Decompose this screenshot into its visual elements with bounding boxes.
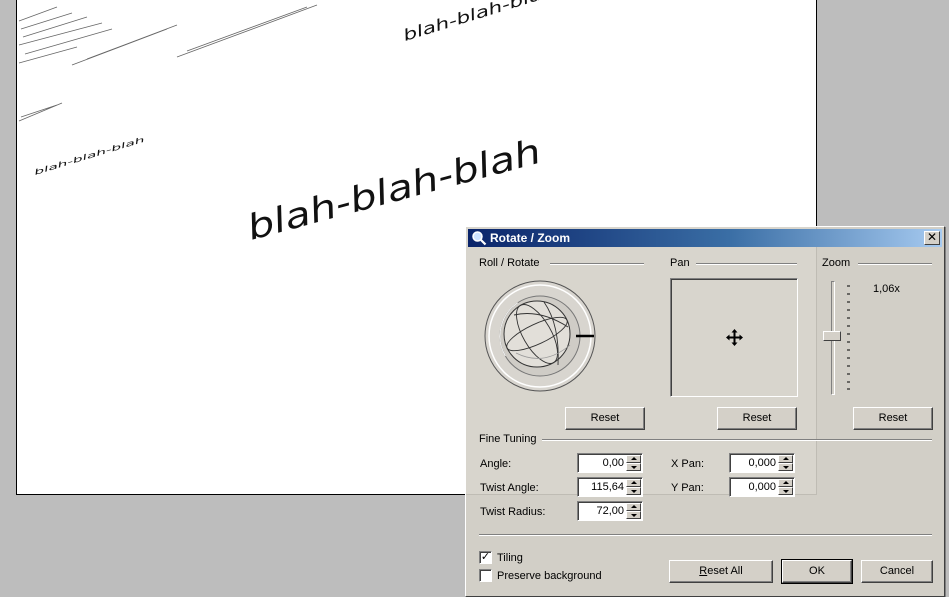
y-pan-spinner[interactable] xyxy=(778,479,793,495)
twist-angle-label: Twist Angle: xyxy=(480,482,539,494)
group-divider xyxy=(696,263,797,265)
x-pan-value: 0,000 xyxy=(748,457,776,469)
zoom-reset-button[interactable]: Reset xyxy=(853,407,933,430)
zoom-slider-thumb[interactable] xyxy=(823,331,841,342)
distorted-text-streaks xyxy=(18,4,318,122)
angle-value: 0,00 xyxy=(602,457,624,469)
twist-radius-field[interactable]: 72,00 xyxy=(577,501,643,521)
spin-up-icon[interactable] xyxy=(778,455,793,463)
x-pan-label: X Pan: xyxy=(671,458,705,470)
twist-radius-label: Twist Radius: xyxy=(480,506,546,518)
zoom-reset-label: Reset xyxy=(878,412,908,424)
pan-area[interactable] xyxy=(670,278,798,397)
roll-rotate-dial[interactable] xyxy=(484,279,600,395)
spin-up-icon[interactable] xyxy=(626,503,641,511)
group-divider xyxy=(542,439,932,441)
spin-up-icon[interactable] xyxy=(626,455,641,463)
twist-angle-spinner[interactable] xyxy=(626,479,641,495)
roll-rotate-label: Roll / Rotate xyxy=(479,257,540,269)
canvas-text-top: blah-blah-blah xyxy=(401,0,558,45)
ok-button[interactable]: OK xyxy=(781,559,853,584)
angle-spinner[interactable] xyxy=(626,455,641,471)
spin-down-icon[interactable] xyxy=(778,463,793,471)
spin-down-icon[interactable] xyxy=(778,487,793,495)
y-pan-value: 0,000 xyxy=(748,481,776,493)
angle-field[interactable]: 0,00 xyxy=(577,453,643,473)
tiling-label[interactable]: Tiling xyxy=(497,552,523,564)
roll-reset-button[interactable]: Reset xyxy=(565,407,645,430)
reset-all-button[interactable]: Reset All xyxy=(669,560,773,583)
angle-label: Angle: xyxy=(480,458,512,470)
y-pan-label: Y Pan: xyxy=(671,482,704,494)
group-divider xyxy=(550,263,644,265)
cancel-label: Cancel xyxy=(879,565,915,577)
dialog-title: Rotate / Zoom xyxy=(490,231,570,245)
zoom-label: Zoom xyxy=(822,257,851,269)
magnifier-icon xyxy=(472,231,487,246)
rotate-zoom-dialog: Rotate / Zoom ✕ Roll / Rotate Reset Pan xyxy=(465,226,945,597)
spin-up-icon[interactable] xyxy=(626,479,641,487)
twist-angle-field[interactable]: 115,64 xyxy=(577,477,643,497)
ok-label: OK xyxy=(809,565,825,577)
bottom-divider xyxy=(479,534,932,536)
group-divider xyxy=(858,263,932,265)
spin-up-icon[interactable] xyxy=(778,479,793,487)
x-pan-field[interactable]: 0,000 xyxy=(729,453,795,473)
cancel-button[interactable]: Cancel xyxy=(861,560,933,583)
x-pan-spinner[interactable] xyxy=(778,455,793,471)
y-pan-field[interactable]: 0,000 xyxy=(729,477,795,497)
twist-radius-value: 72,00 xyxy=(596,505,624,517)
close-icon: ✕ xyxy=(926,230,938,244)
checkmark-icon: ✓ xyxy=(480,551,491,563)
close-button[interactable]: ✕ xyxy=(924,231,940,245)
dialog-titlebar[interactable]: Rotate / Zoom ✕ xyxy=(468,229,942,247)
twist-angle-value: 115,64 xyxy=(591,481,624,493)
pan-reset-label: Reset xyxy=(742,412,772,424)
spin-down-icon[interactable] xyxy=(626,463,641,471)
move-icon xyxy=(726,329,743,346)
tiling-checkbox[interactable]: ✓ xyxy=(479,551,492,564)
zoom-tick-marks xyxy=(847,285,850,390)
preserve-background-checkbox[interactable] xyxy=(479,569,492,582)
spin-down-icon[interactable] xyxy=(626,487,641,495)
canvas-text-small: blah-blah-blah xyxy=(33,135,146,177)
pan-label: Pan xyxy=(670,257,690,269)
fine-tuning-label: Fine Tuning xyxy=(479,433,537,445)
twist-radius-spinner[interactable] xyxy=(626,503,641,519)
roll-reset-label: Reset xyxy=(590,412,620,424)
zoom-value: 1,06x xyxy=(873,283,900,295)
spin-down-icon[interactable] xyxy=(626,511,641,519)
pan-reset-button[interactable]: Reset xyxy=(717,407,797,430)
reset-all-label: eset All xyxy=(707,565,743,577)
preserve-background-label[interactable]: Preserve background xyxy=(497,570,602,582)
